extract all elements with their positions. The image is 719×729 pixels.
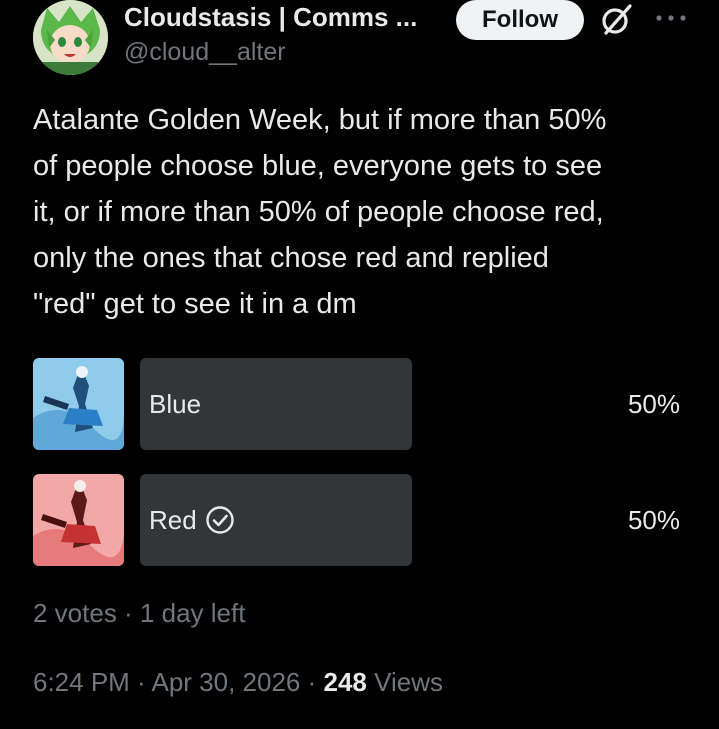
avatar-image (33, 0, 108, 75)
poll-option-red[interactable]: Red 50% (33, 474, 683, 566)
views-label: Views (366, 667, 443, 697)
tweet-time[interactable]: 6:24 PM (33, 667, 130, 697)
poll-percent: 50% (627, 504, 680, 535)
grok-slash-icon[interactable] (598, 2, 634, 38)
poll-time-left: 1 day left (139, 598, 246, 628)
poll-option-label: Blue (149, 388, 202, 419)
check-circle-icon (206, 506, 234, 534)
separator: · (116, 598, 140, 628)
separator: · (129, 667, 152, 697)
avatar[interactable] (33, 0, 108, 75)
poll-meta: 2 votes · 1 day left (33, 598, 245, 629)
tweet-text: Atalante Golden Week, but if more than 5… (33, 104, 607, 320)
poll-votes: 2 votes (33, 598, 117, 628)
poll-percent: 50% (627, 388, 680, 419)
red-character-image (33, 474, 124, 566)
poll-label: Blue (149, 358, 201, 450)
poll-option-blue[interactable]: Blue 50% (33, 358, 683, 450)
views-count: 248 (323, 667, 367, 697)
display-name[interactable]: Cloudstasis | Comms ... (124, 2, 444, 33)
poll-thumb-red (33, 474, 124, 566)
blue-character-image (33, 358, 124, 450)
tweet-date[interactable]: Apr 30, 2026 (152, 667, 301, 697)
user-handle[interactable]: @cloud__alter (124, 38, 286, 67)
follow-button[interactable]: Follow (456, 0, 584, 40)
separator: · (300, 667, 324, 697)
poll-thumb-blue (33, 358, 124, 450)
more-dots-icon[interactable] (654, 8, 688, 28)
timestamp-row: 6:24 PM · Apr 30, 2026 · 248 Views (33, 667, 443, 698)
poll-option-label: Red (149, 504, 197, 535)
poll-label: Red (149, 474, 235, 566)
